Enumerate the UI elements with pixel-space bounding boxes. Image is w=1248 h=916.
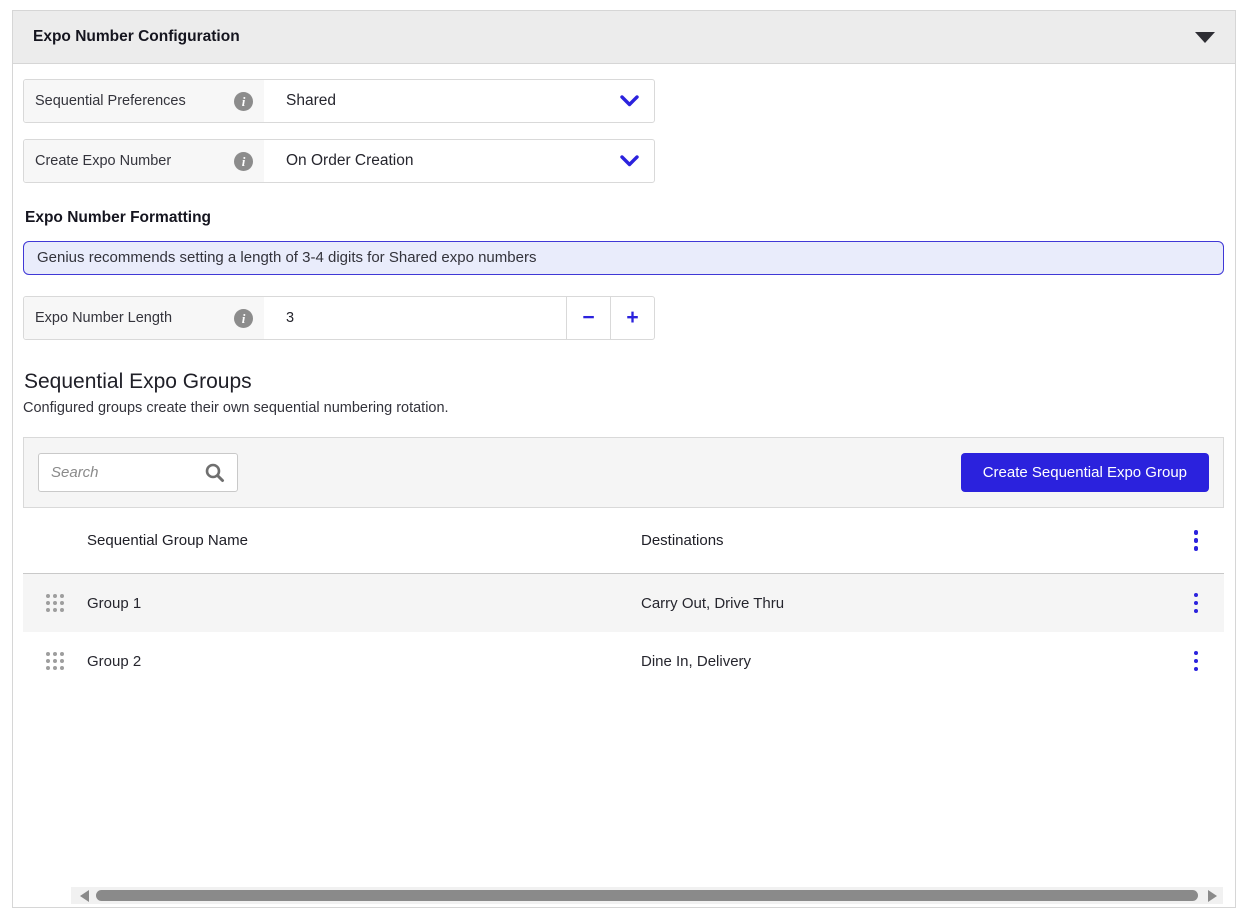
create-expo-number-label: Create Expo Number [35,153,171,169]
chevron-down-icon [620,155,639,167]
panel-title: Expo Number Configuration [33,28,240,46]
info-icon[interactable]: i [234,152,253,171]
increment-button[interactable]: + [610,297,654,339]
destinations-cell: Carry Out, Drive Thru [641,595,1168,612]
sequential-preferences-label: Sequential Preferences [35,93,186,109]
create-expo-number-value: On Order Creation [286,152,414,170]
horizontal-scrollbar [71,887,1223,904]
sequential-expo-groups-heading: Sequential Expo Groups [24,370,1224,394]
create-expo-number-select[interactable]: On Order Creation [264,140,654,182]
create-expo-number-label-cell: Create Expo Number i [24,140,264,182]
scroll-right-arrow-icon[interactable] [1208,890,1217,902]
expo-number-formatting-heading: Expo Number Formatting [25,209,1224,227]
sequential-preferences-value: Shared [286,92,336,110]
create-sequential-expo-group-button[interactable]: Create Sequential Expo Group [961,453,1209,492]
row-menu-icon[interactable] [1188,648,1205,675]
chevron-down-icon [620,95,639,107]
table-header-row: Sequential Group Name Destinations [23,508,1224,574]
groups-toolbar: Create Sequential Expo Group [23,437,1224,508]
search-box [38,453,238,492]
expo-number-length-field: Expo Number Length i 3 − + [23,296,655,340]
create-expo-number-field: Create Expo Number i On Order Creation [23,139,655,183]
recommendation-text: Genius recommends setting a length of 3-… [37,249,536,266]
decrement-button[interactable]: − [566,297,610,339]
drag-handle-icon[interactable] [46,594,64,612]
expo-number-length-label: Expo Number Length [35,310,172,326]
scrollbar-thumb[interactable] [96,890,1198,901]
group-name-cell: Group 1 [87,595,641,612]
search-input[interactable] [51,464,204,481]
table-row: Group 2 Dine In, Delivery [23,632,1224,690]
info-icon[interactable]: i [234,92,253,111]
recommendation-banner: Genius recommends setting a length of 3-… [23,241,1224,275]
panel-header: Expo Number Configuration [13,11,1235,64]
scroll-left-arrow-icon[interactable] [80,890,89,902]
collapse-caret-icon[interactable] [1195,32,1215,43]
sequential-preferences-label-cell: Sequential Preferences i [24,80,264,122]
table-menu-icon[interactable] [1188,527,1205,554]
group-name-cell: Group 2 [87,653,641,670]
sequential-preferences-select[interactable]: Shared [264,80,654,122]
destinations-cell: Dine In, Delivery [641,653,1168,670]
expo-number-length-input[interactable]: 3 [264,297,566,339]
panel-body: Sequential Preferences i Shared Create E… [13,64,1235,690]
sequential-expo-groups-subheading: Configured groups create their own seque… [23,400,1224,416]
expo-number-length-value: 3 [286,310,294,326]
drag-handle-icon[interactable] [46,652,64,670]
expo-number-length-label-cell: Expo Number Length i [24,297,264,339]
sequential-preferences-field: Sequential Preferences i Shared [23,79,655,123]
search-icon[interactable] [204,462,225,483]
group-name-column-header: Sequential Group Name [87,532,641,549]
expo-number-configuration-panel: Expo Number Configuration Sequential Pre… [12,10,1236,908]
row-menu-icon[interactable] [1188,590,1205,617]
destinations-column-header: Destinations [641,532,1168,549]
info-icon[interactable]: i [234,309,253,328]
table-row: Group 1 Carry Out, Drive Thru [23,574,1224,632]
